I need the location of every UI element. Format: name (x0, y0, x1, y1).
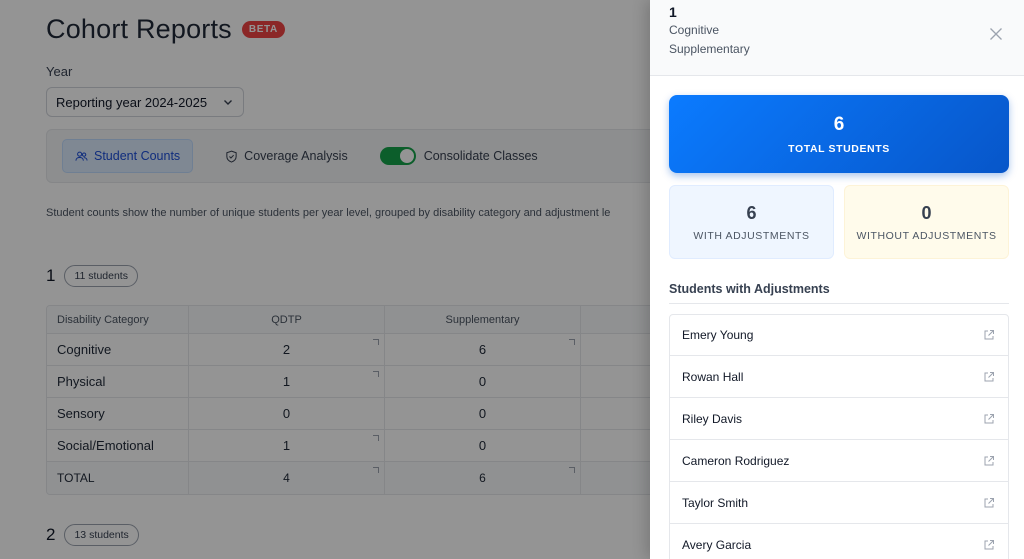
external-link-icon[interactable] (983, 329, 995, 341)
student-name: Rowan Hall (682, 369, 744, 384)
total-students-value: 6 (833, 114, 845, 135)
without-adjustments-card: 0 WITHOUT ADJUSTMENTS (844, 185, 1009, 259)
student-name: Taylor Smith (682, 495, 749, 510)
list-item[interactable]: Avery Garcia (669, 524, 1009, 559)
list-item[interactable]: Emery Young (669, 314, 1009, 356)
without-adjustments-label: WITHOUT ADJUSTMENTS (856, 230, 997, 242)
students-section-title: Students with Adjustments (669, 282, 1009, 304)
close-icon[interactable] (988, 26, 1004, 42)
total-students-label: TOTAL STUDENTS (788, 143, 890, 155)
panel-year-level: 1 (669, 4, 677, 20)
student-name: Riley Davis (682, 411, 743, 426)
external-link-icon[interactable] (983, 413, 995, 425)
external-link-icon[interactable] (983, 497, 995, 509)
with-adjustments-value: 6 (746, 203, 757, 223)
student-list: Emery Young Rowan Hall Riley Davis Camer… (669, 314, 1009, 559)
student-name: Avery Garcia (682, 537, 752, 552)
panel-header: 1 Cognitive Supplementary (650, 0, 1024, 76)
student-name: Emery Young (682, 328, 754, 342)
with-adjustments-card: 6 WITH ADJUSTMENTS (669, 185, 834, 259)
student-name: Cameron Rodriguez (682, 453, 790, 468)
panel-category: Cognitive (669, 23, 720, 37)
list-item[interactable]: Rowan Hall (669, 356, 1009, 398)
external-link-icon[interactable] (983, 371, 995, 383)
with-adjustments-label: WITH ADJUSTMENTS (693, 230, 810, 242)
list-item[interactable]: Riley Davis (669, 398, 1009, 440)
external-link-icon[interactable] (983, 539, 995, 551)
panel-adjustment: Supplementary (669, 42, 750, 56)
total-students-card: 6 TOTAL STUDENTS (669, 95, 1009, 173)
student-detail-panel: 1 Cognitive Supplementary 6 TOTAL STUDEN… (650, 0, 1024, 559)
without-adjustments-value: 0 (921, 203, 932, 223)
list-item[interactable]: Cameron Rodriguez (669, 440, 1009, 482)
external-link-icon[interactable] (983, 455, 995, 467)
list-item[interactable]: Taylor Smith (669, 482, 1009, 524)
